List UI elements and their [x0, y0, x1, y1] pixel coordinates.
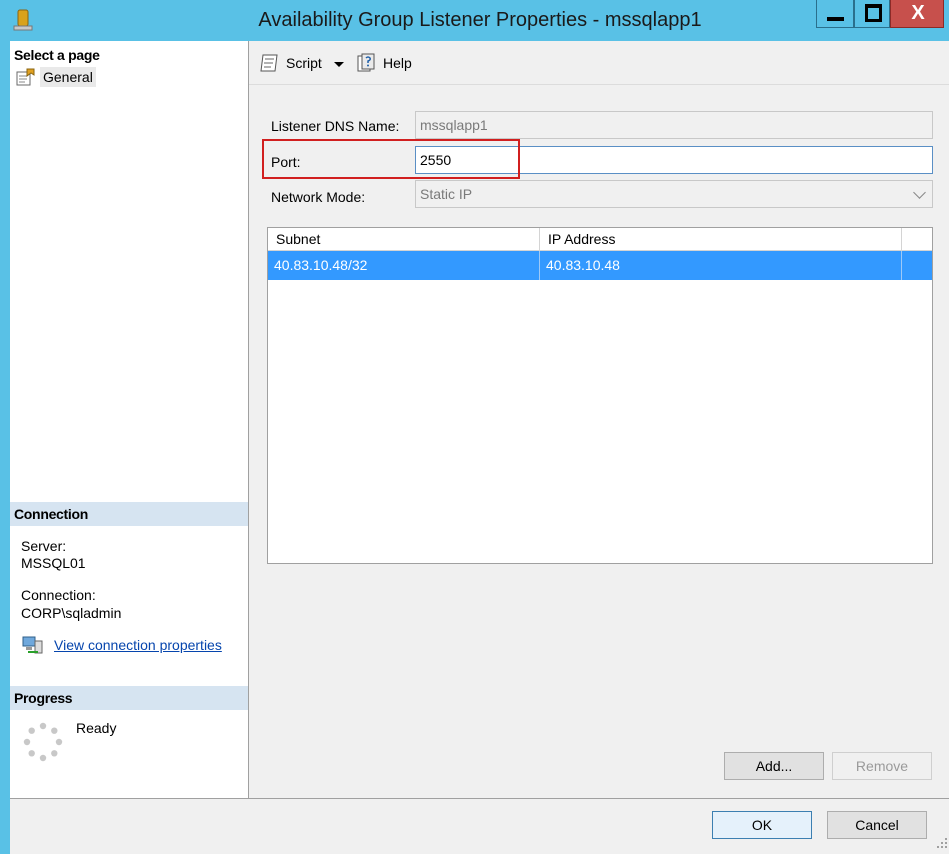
grid-header: Subnet IP Address	[268, 228, 932, 251]
column-header-subnet[interactable]: Subnet	[268, 228, 540, 250]
table-row[interactable]: 40.83.10.48/32 40.83.10.48	[268, 251, 932, 280]
server-value: MSSQL01	[21, 555, 86, 571]
network-mode-label: Network Mode:	[271, 189, 366, 205]
progress-spinner-icon	[23, 722, 63, 762]
script-icon	[260, 54, 278, 72]
network-mode-select: Static IP	[415, 180, 933, 208]
progress-header: Progress	[10, 686, 248, 710]
help-icon	[357, 53, 375, 72]
script-button[interactable]: Script	[259, 53, 322, 73]
window-title: Availability Group Listener Properties -…	[258, 9, 702, 31]
port-label: Port:	[271, 154, 301, 170]
connection-label: Connection:	[21, 587, 96, 603]
connection-properties-icon	[22, 636, 43, 654]
cancel-button[interactable]: Cancel	[827, 811, 927, 839]
close-icon: X	[911, 2, 925, 24]
connection-header: Connection	[10, 502, 248, 526]
help-label: Help	[383, 55, 412, 71]
dns-name-label: Listener DNS Name:	[271, 118, 400, 134]
maximize-button[interactable]	[854, 0, 890, 28]
script-dropdown-icon[interactable]	[334, 62, 344, 67]
resize-grip-icon[interactable]	[936, 837, 948, 849]
progress-status: Ready	[76, 720, 117, 736]
script-label: Script	[286, 55, 322, 71]
left-pane: Select a page General Connection Server:…	[10, 41, 249, 798]
properties-page-icon	[16, 68, 35, 86]
add-button[interactable]: Add...	[724, 752, 824, 780]
server-label: Server:	[21, 538, 67, 554]
dialog-window: Availability Group Listener Properties -…	[0, 0, 949, 854]
help-button[interactable]: Help	[356, 53, 412, 73]
column-header-ip-address[interactable]: IP Address	[540, 228, 902, 250]
close-button[interactable]: X	[890, 0, 944, 28]
cell-subnet: 40.83.10.48/32	[268, 251, 540, 280]
dns-name-field: mssqlapp1	[415, 111, 933, 139]
subnet-ip-grid: Subnet IP Address 40.83.10.48/32 40.83.1…	[267, 227, 933, 564]
connection-value: CORP\sqladmin	[21, 605, 122, 621]
view-connection-link[interactable]: View connection properties	[54, 637, 222, 653]
page-item-label: General	[40, 67, 96, 87]
view-connection-properties[interactable]: View connection properties	[22, 635, 222, 655]
page-item-general[interactable]: General	[16, 67, 96, 87]
remove-button[interactable]: Remove	[832, 752, 932, 780]
toolbar: Script Help	[249, 41, 949, 85]
dialog-client-area: Select a page General Connection Server:…	[10, 41, 949, 854]
minimize-button[interactable]	[816, 0, 854, 28]
select-page-header: Select a page	[14, 47, 100, 63]
port-input[interactable]: 2550	[415, 146, 933, 174]
cell-ip-address: 40.83.10.48	[540, 251, 902, 280]
title-bar[interactable]: Availability Group Listener Properties -…	[0, 0, 949, 41]
ok-button[interactable]: OK	[712, 811, 812, 839]
